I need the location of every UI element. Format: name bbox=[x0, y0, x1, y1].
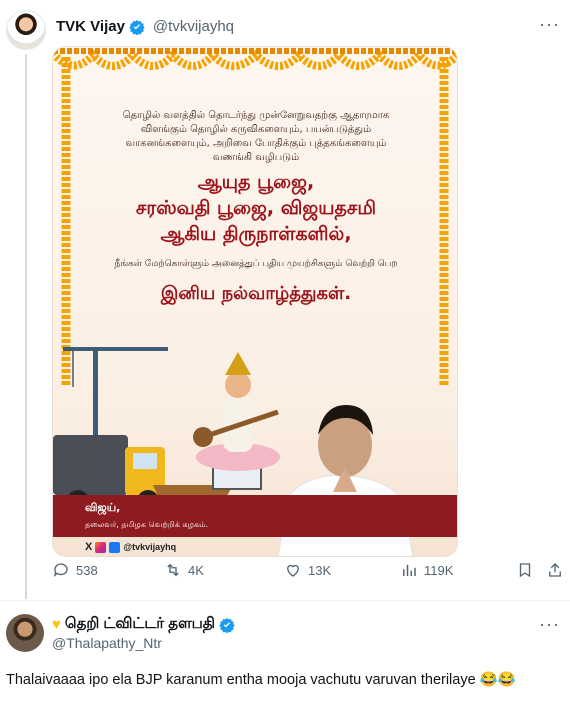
share-button[interactable] bbox=[546, 561, 564, 579]
author-handle[interactable]: @tvkvijayhq bbox=[153, 18, 234, 35]
reply-author-name-row: ♥ தெறி ட்விட்டர் தளபதி bbox=[52, 615, 235, 634]
reply-text: Thalaivaaaa ipo ela BJP karanum entha mo… bbox=[6, 672, 516, 688]
retweet-icon bbox=[167, 563, 179, 577]
social-handles: X @tvkvijayhq bbox=[85, 541, 177, 553]
poster-wish-line: நீங்கள் மேற்கொள்ளும் அனைத்துப் புதிய முய… bbox=[114, 259, 398, 269]
views-icon bbox=[403, 564, 416, 576]
views-button[interactable]: 119K bbox=[400, 561, 453, 579]
author-avatar[interactable] bbox=[6, 10, 46, 50]
views-count: 119K bbox=[424, 562, 454, 578]
bookmark-icon bbox=[519, 563, 531, 578]
author-name[interactable]: TVK Vijay bbox=[56, 18, 125, 35]
reply-icon bbox=[53, 563, 68, 578]
reply-author-name[interactable]: தெறி ட்விட்டர் தளபதி bbox=[65, 615, 215, 634]
retweet-count: 4K bbox=[188, 562, 204, 578]
reply-more-options-button[interactable]: ··· bbox=[539, 614, 560, 635]
x-logo-icon: X bbox=[85, 541, 93, 553]
retweet-button[interactable]: 4K bbox=[164, 561, 204, 579]
verified-badge-icon bbox=[219, 617, 235, 633]
tweet-header: TVK Vijay @tvkvijayhq bbox=[56, 18, 234, 35]
instagram-icon bbox=[95, 541, 107, 553]
reply-button[interactable]: 538 bbox=[52, 561, 98, 579]
reply-author-avatar[interactable] bbox=[6, 614, 44, 652]
facebook-icon bbox=[109, 541, 121, 553]
more-options-button[interactable]: ··· bbox=[539, 14, 560, 35]
verified-badge-icon bbox=[129, 19, 145, 35]
like-count: 13K bbox=[308, 562, 332, 578]
marigold-garland-top bbox=[53, 48, 457, 70]
reply-count: 538 bbox=[76, 562, 98, 578]
divider bbox=[0, 600, 570, 601]
poster-intro: தொழில் வளத்தில் தொடர்ந்து முன்னேறுவதற்கு… bbox=[122, 110, 390, 163]
share-icon bbox=[549, 563, 561, 577]
like-button[interactable]: 13K bbox=[284, 561, 331, 579]
poster-greeting: இனிய நல்வாழ்த்துகள். bbox=[160, 283, 352, 304]
heart-icon bbox=[287, 564, 299, 577]
reply-author-handle[interactable]: @Thalapathy_Ntr bbox=[52, 635, 162, 651]
thread-line bbox=[25, 54, 27, 599]
saraswati-illustration bbox=[193, 352, 280, 471]
poster-image[interactable]: தொழில் வளத்தில் தொடர்ந்து முன்னேறுவதற்கு… bbox=[52, 46, 458, 557]
bookmark-button[interactable] bbox=[516, 561, 534, 579]
yellow-heart-icon: ♥ bbox=[52, 616, 61, 633]
signature: விஜய், தலைவர், தமிழக வெற்றிக் கழகம். bbox=[85, 501, 209, 529]
poster-headline: ஆயுத பூஜை, சரஸ்வதி பூஜை, விஜயதசமி ஆகிய த… bbox=[135, 171, 377, 245]
